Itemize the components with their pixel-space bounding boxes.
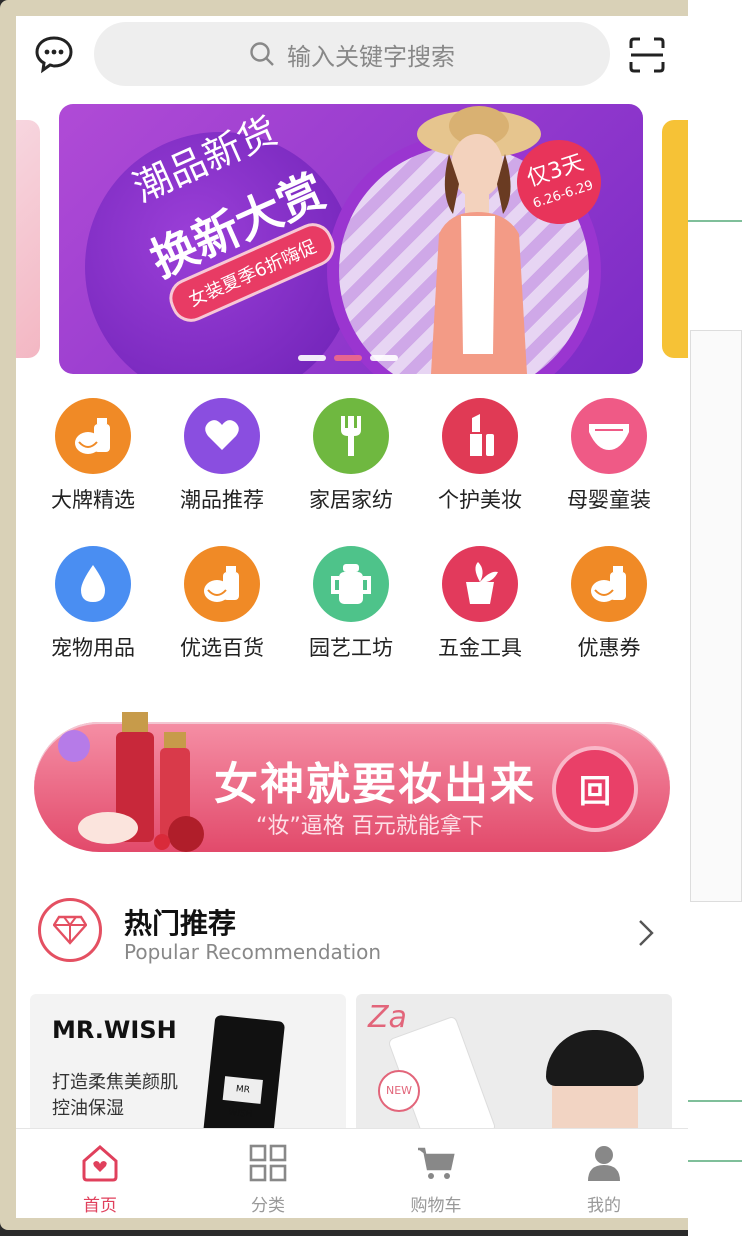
cosmetics-image	[58, 712, 204, 852]
tab-label: 购物车	[410, 1196, 462, 1216]
fruit-bottle-icon	[55, 398, 131, 474]
category-item[interactable]: 宠物用品	[38, 546, 148, 662]
tab-item[interactable]: 我的	[520, 1129, 688, 1218]
water-drop-icon	[55, 546, 131, 622]
carousel-dot-active[interactable]	[334, 355, 362, 361]
search-icon	[250, 42, 274, 66]
hero-banner[interactable]: 潮品新货 换新大赏 女装夏季6折嗨促 仅3天 6.26-6.29	[59, 104, 643, 374]
background-panel	[690, 330, 742, 902]
product-brand: Za	[368, 1000, 407, 1035]
tube-label: MR WISH	[222, 1076, 263, 1120]
category-item[interactable]: 园艺工坊	[296, 546, 406, 662]
product-desc: 打造柔焦美颜肌 控油保湿	[52, 1072, 178, 1119]
grid-icon	[246, 1141, 290, 1185]
category-label: 个护美妆	[438, 488, 522, 512]
heart-icon	[184, 398, 260, 474]
category-item[interactable]: 优选百货	[167, 546, 277, 662]
bottom-tab-bar: 首页 分类 购物车 我的	[16, 1128, 688, 1218]
tab-item[interactable]: 首页	[16, 1129, 184, 1218]
category-label: 优惠券	[577, 636, 641, 660]
model-image	[417, 106, 541, 374]
category-label: 宠物用品	[51, 636, 135, 660]
carousel-dot[interactable]	[370, 355, 398, 361]
search-input[interactable]: 输入关键字搜索	[94, 22, 610, 86]
category-label: 潮品推荐	[180, 488, 264, 512]
category-item[interactable]: 五金工具	[425, 546, 535, 662]
category-label: 园艺工坊	[309, 636, 393, 660]
diamond-icon	[38, 898, 102, 962]
divider	[688, 1100, 742, 1102]
promo-subtitle: “妆”逼格 百元就能拿下	[256, 814, 484, 839]
search-placeholder: 输入关键字搜索	[287, 42, 455, 71]
product-card[interactable]: MR.WISH 打造柔焦美颜肌 控油保湿 MR WISH	[30, 994, 346, 1144]
spokesperson-hair	[546, 1030, 644, 1086]
section-title: 热门推荐	[124, 907, 237, 940]
plant-pot-icon	[442, 546, 518, 622]
banner-next-peek[interactable]	[662, 120, 688, 358]
top-bar: 输入关键字搜索	[16, 16, 688, 96]
product-cards: MR.WISH 打造柔焦美颜肌 控油保湿 MR WISH Za NEW	[30, 994, 674, 1144]
scan-icon[interactable]	[628, 36, 666, 74]
tab-item[interactable]: 分类	[184, 1129, 352, 1218]
background-window	[688, 0, 742, 1236]
user-icon	[582, 1141, 626, 1185]
carousel-indicator	[298, 355, 398, 361]
category-label: 母婴童装	[567, 488, 651, 512]
category-item[interactable]: 潮品推荐	[167, 398, 277, 514]
app-screen: 输入关键字搜索 潮品新货 换新大赏 女装夏季6折嗨促 仅3天 6.26-6.29	[16, 16, 688, 1218]
home-icon	[78, 1141, 122, 1185]
banner-prev-peek[interactable]	[16, 120, 40, 358]
new-badge: NEW	[378, 1070, 420, 1112]
category-item[interactable]: 家居家纺	[296, 398, 406, 514]
section-header[interactable]: 热门推荐 Popular Recommendation	[16, 884, 688, 984]
tab-label: 首页	[83, 1196, 117, 1216]
category-label: 优选百货	[180, 636, 264, 660]
category-item[interactable]: 母婴童装	[554, 398, 664, 514]
promo-banner[interactable]: 女神就要妆出来 “妆”逼格 百元就能拿下 回	[34, 712, 670, 852]
category-label: 大牌精选	[51, 488, 135, 512]
fruit-bottle-icon	[184, 546, 260, 622]
category-label: 五金工具	[438, 636, 522, 660]
chevron-right-icon[interactable]	[636, 918, 656, 948]
tab-label: 我的	[587, 1196, 621, 1216]
diaper-icon	[571, 398, 647, 474]
category-item[interactable]: 个护美妆	[425, 398, 535, 514]
product-brand: MR.WISH	[52, 1016, 177, 1044]
product-image: MR WISH	[200, 1014, 286, 1144]
fork-icon	[313, 398, 389, 474]
product-card[interactable]: Za NEW	[356, 994, 672, 1144]
message-icon[interactable]	[34, 34, 74, 74]
lipstick-icon	[442, 398, 518, 474]
divider	[688, 1160, 742, 1162]
tab-label: 分类	[251, 1196, 285, 1216]
category-item[interactable]: 优惠券	[554, 546, 664, 662]
carousel-dot[interactable]	[298, 355, 326, 361]
category-label: 家居家纺	[309, 488, 393, 512]
cart-icon	[414, 1141, 458, 1185]
promo-badge[interactable]: 回	[552, 746, 638, 832]
divider	[688, 220, 742, 222]
section-subtitle: Popular Recommendation	[124, 940, 382, 964]
promo-title: 女神就要妆出来	[214, 759, 536, 810]
tab-item[interactable]: 购物车	[352, 1129, 520, 1218]
category-item[interactable]: 大牌精选	[38, 398, 148, 514]
fruit-bottle-icon	[571, 546, 647, 622]
sippy-cup-icon	[313, 546, 389, 622]
